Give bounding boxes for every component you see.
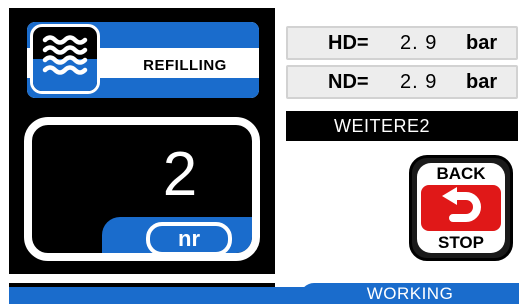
status-label: REFILLING (143, 57, 227, 74)
return-arrow-icon (442, 187, 481, 222)
nd-pressure-readout: ND= 2. 9 bar (286, 65, 518, 99)
more-button[interactable]: WEITERE2 (286, 111, 518, 141)
stop-label: STOP (438, 233, 484, 252)
water-waves-icon (42, 35, 88, 75)
counter-value: 2 (162, 140, 198, 209)
readout-value: 2. 9 (400, 71, 438, 93)
counter-unit: nr (146, 222, 232, 256)
readout-unit: bar (466, 71, 498, 93)
status-bar: WORKING (0, 283, 531, 304)
readout-label: ND= (328, 71, 369, 93)
readout-unit: bar (466, 32, 498, 54)
readout-label: HD= (328, 32, 369, 54)
back-label: BACK (436, 164, 486, 183)
readout-value: 2. 9 (400, 32, 438, 54)
back-stop-button[interactable]: BACK STOP (409, 155, 513, 261)
status-icon-box (30, 24, 100, 94)
hd-pressure-readout: HD= 2. 9 bar (286, 26, 518, 60)
status-bar-text: WORKING (366, 284, 454, 303)
